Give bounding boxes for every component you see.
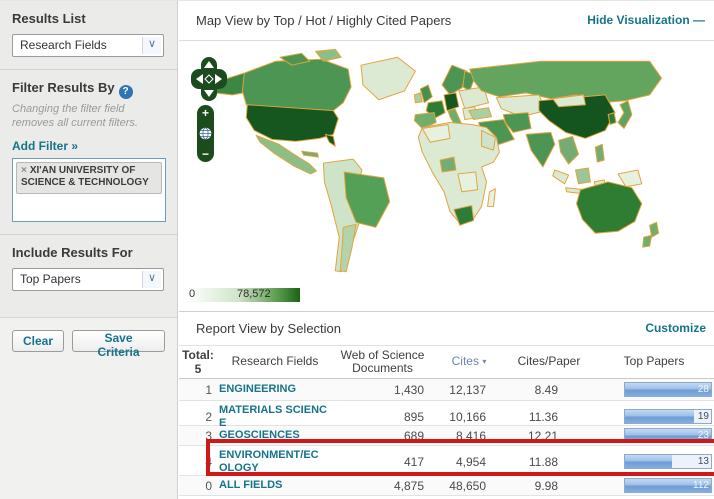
- customize-link[interactable]: Customize: [645, 321, 706, 335]
- cites-cell: 48,650: [434, 479, 504, 493]
- zoom-out-button[interactable]: −: [202, 148, 209, 160]
- cites-per-paper-cell: 11.88: [504, 455, 594, 469]
- docs-cell: 4,875: [331, 479, 434, 493]
- sort-arrow-icon: ▾: [482, 357, 486, 366]
- clear-button[interactable]: Clear: [12, 330, 64, 352]
- filter-chip-label: XI'AN UNIVERSITY OF SCIENCE & TECHNOLOGY: [21, 165, 149, 189]
- table-row: 3 GEOSCIENCES 689 8,416 12.21 23: [179, 426, 714, 446]
- save-criteria-button[interactable]: Save Criteria: [72, 330, 165, 352]
- table-row: 2 MATERIALS SCIENCE 895 10,166 11.36 19: [179, 401, 714, 426]
- map-header: Map View by Top / Hot / Highly Cited Pap…: [179, 1, 714, 41]
- column-wos-documents: Web of Science Documents: [331, 349, 434, 375]
- docs-cell: 1,430: [331, 383, 434, 397]
- docs-cell: 895: [331, 410, 434, 424]
- column-cites-per-paper: Cites/Paper: [504, 355, 594, 368]
- results-list-select[interactable]: Research Fields ∨: [12, 34, 164, 57]
- map-pan-control[interactable]: [190, 56, 228, 102]
- world-choropleth-map[interactable]: [185, 43, 709, 293]
- rank-cell: 0: [179, 479, 217, 493]
- top-papers-bar: 28: [624, 382, 712, 397]
- remove-filter-icon[interactable]: ×: [21, 165, 27, 176]
- esi-indicators-page: Results List Research Fields ∨ Filter Re…: [0, 0, 714, 499]
- top-papers-value: 28: [698, 384, 709, 395]
- column-research-fields: Research Fields: [217, 355, 331, 368]
- include-results-heading: Include Results For: [12, 245, 165, 260]
- globe-icon[interactable]: [199, 127, 212, 140]
- cites-cell: 8,416: [434, 429, 504, 443]
- total-count: Total: 5: [179, 348, 217, 376]
- field-link[interactable]: ALL FIELDS: [217, 476, 331, 495]
- include-results-select[interactable]: Top Papers ∨: [12, 268, 164, 291]
- help-icon[interactable]: ?: [119, 85, 133, 99]
- table-row: 1 ENGINEERING 1,430 12,137 8.49 28: [179, 379, 714, 401]
- cites-cell: 10,166: [434, 410, 504, 424]
- region-north-america: [213, 49, 416, 174]
- column-cites-sortable[interactable]: Cites ▾: [434, 355, 504, 368]
- top-papers-bar: 112: [624, 478, 712, 493]
- map-area: + − 0 78,572: [179, 41, 714, 312]
- field-link[interactable]: GEOSCIENCES: [217, 426, 331, 445]
- filter-section: Filter Results By? Changing the filter f…: [0, 70, 177, 235]
- results-list-section: Results List Research Fields ∨: [0, 1, 177, 70]
- map-zoom-control: + −: [197, 105, 214, 162]
- main-panel: Map View by Top / Hot / Highly Cited Pap…: [179, 1, 714, 499]
- top-papers-bar: 13: [624, 454, 712, 469]
- map-title: Map View by Top / Hot / Highly Cited Pap…: [196, 13, 451, 28]
- chevron-down-icon: ∨: [142, 37, 161, 54]
- top-papers-bar: 19: [624, 409, 712, 424]
- report-table: Total: 5 Research Fields Web of Science …: [179, 346, 714, 496]
- map-legend: 0 78,572: [188, 288, 300, 302]
- docs-cell: 417: [331, 455, 434, 469]
- filter-note: Changing the filter field removes all cu…: [12, 103, 162, 131]
- top-papers-value: 19: [698, 411, 709, 422]
- filter-list-box[interactable]: ×XI'AN UNIVERSITY OF SCIENCE & TECHNOLOG…: [12, 158, 166, 222]
- rank-cell: 3: [179, 429, 217, 443]
- legend-min-value: 0: [189, 288, 195, 300]
- field-link[interactable]: ENGINEERING: [217, 380, 331, 399]
- rank-cell: 1: [179, 383, 217, 397]
- table-row: 0 ALL FIELDS 4,875 48,650 9.98 112: [179, 476, 714, 496]
- table-row-highlighted: 4 ENVIRONMENT/ECOLOGY 417 4,954 11.88 13: [179, 446, 714, 476]
- sidebar: Results List Research Fields ∨ Filter Re…: [0, 1, 178, 499]
- results-list-heading: Results List: [12, 11, 165, 26]
- chevron-down-icon: ∨: [142, 271, 161, 288]
- add-filter-link[interactable]: Add Filter »: [12, 139, 78, 153]
- docs-cell: 689: [331, 429, 434, 443]
- cites-per-paper-cell: 8.49: [504, 383, 594, 397]
- report-title: Report View by Selection: [196, 321, 341, 336]
- cites-per-paper-cell: 11.36: [504, 410, 594, 424]
- rank-cell: 4: [179, 455, 217, 469]
- legend-max-value: 78,572: [237, 288, 271, 300]
- include-results-selected-value: Top Papers: [20, 272, 81, 286]
- top-papers-bar: 23: [624, 428, 712, 443]
- cites-per-paper-cell: 12.21: [504, 429, 594, 443]
- rank-cell: 2: [179, 410, 217, 424]
- top-papers-value: 13: [698, 456, 709, 467]
- region-africa: [418, 123, 499, 226]
- results-list-selected-value: Research Fields: [20, 38, 107, 52]
- include-results-section: Include Results For Top Papers ∨: [0, 235, 177, 303]
- region-oceania: [577, 182, 659, 247]
- table-header-row: Total: 5 Research Fields Web of Science …: [179, 346, 714, 379]
- cites-cell: 4,954: [434, 455, 504, 469]
- hide-visualization-link[interactable]: Hide Visualization —: [587, 13, 706, 27]
- filter-chip[interactable]: ×XI'AN UNIVERSITY OF SCIENCE & TECHNOLOG…: [16, 162, 162, 194]
- zoom-in-button[interactable]: +: [202, 107, 209, 119]
- top-papers-value: 23: [698, 430, 709, 441]
- region-south-america: [323, 159, 389, 272]
- column-top-papers: Top Papers: [594, 355, 714, 368]
- top-papers-value: 112: [693, 480, 709, 491]
- report-header: Report View by Selection Customize: [179, 312, 714, 346]
- region-asia: [526, 95, 642, 194]
- minus-icon: —: [693, 13, 706, 27]
- field-link[interactable]: ENVIRONMENT/ECOLOGY: [217, 446, 331, 477]
- cites-per-paper-cell: 9.98: [504, 479, 594, 493]
- cites-cell: 12,137: [434, 383, 504, 397]
- filter-heading: Filter Results By: [12, 80, 115, 95]
